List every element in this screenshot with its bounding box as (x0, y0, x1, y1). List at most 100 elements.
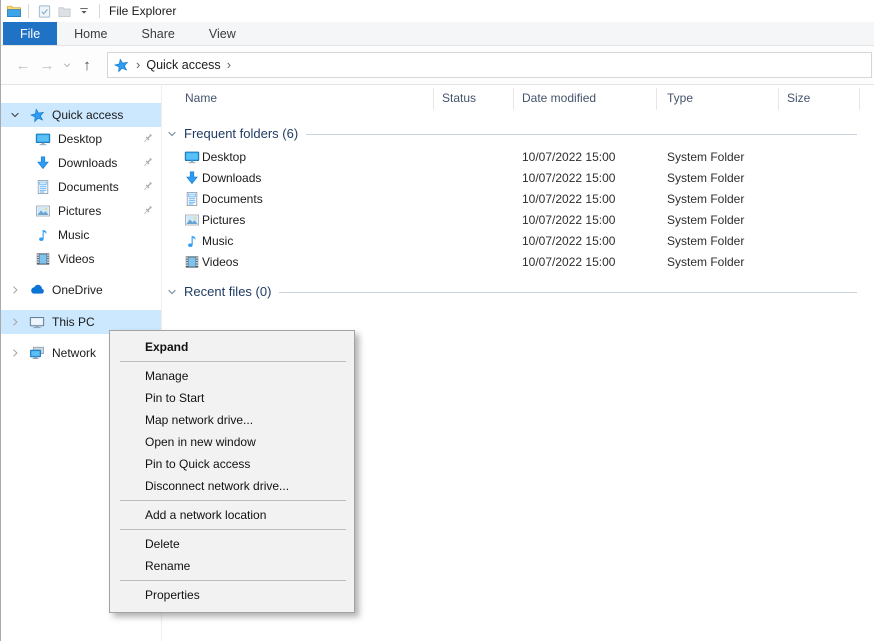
sidebar-item-desktop[interactable]: Desktop (1, 127, 161, 151)
column-divider[interactable] (433, 88, 434, 110)
sidebar-item-videos[interactable]: Videos (1, 247, 161, 271)
ribbon-tab-bar: File Home Share View (1, 22, 874, 46)
titlebar-separator (28, 4, 29, 18)
file-date: 10/07/2022 15:00 (522, 255, 615, 269)
group-chevron-icon (166, 286, 178, 298)
titlebar: File Explorer (1, 0, 874, 22)
group-header-frequent-folders-6[interactable]: Frequent folders (6) (162, 123, 857, 143)
column-header-date-modified[interactable]: Date modified (522, 91, 596, 105)
menu-item-expand[interactable]: Expand (110, 336, 354, 358)
forward-icon[interactable]: → (35, 57, 59, 74)
group-header-recent-files-0[interactable]: Recent files (0) (162, 281, 857, 301)
menu-separator (120, 361, 346, 362)
breadcrumb-quick-access[interactable]: Quick access (146, 58, 220, 72)
column-header-name[interactable]: Name (185, 91, 217, 105)
videos-icon (35, 251, 51, 267)
column-divider[interactable] (513, 88, 514, 110)
file-type: System Folder (667, 234, 744, 248)
sidebar-item-onedrive[interactable]: OneDrive (1, 278, 161, 302)
menu-item-pin-to-start[interactable]: Pin to Start (110, 387, 354, 409)
file-type: System Folder (667, 255, 744, 269)
file-name: Downloads (202, 171, 261, 185)
file-type: System Folder (667, 213, 744, 227)
context-menu-list: Expand ManagePin to StartMap network driv… (110, 336, 354, 606)
column-divider[interactable] (778, 88, 779, 110)
videos-icon (184, 254, 200, 270)
tab-view[interactable]: View (192, 22, 253, 45)
column-header-row: Name Status Date modified Type Size (162, 85, 874, 113)
file-name: Desktop (202, 150, 246, 164)
desktop-icon (184, 149, 200, 165)
documents-icon (184, 191, 200, 207)
file-row-pictures[interactable]: Pictures10/07/2022 15:00System Folder (162, 210, 874, 231)
window-title: File Explorer (109, 4, 176, 18)
file-row-videos[interactable]: Videos 10/07/2022 15:00 System Folder (162, 252, 874, 273)
file-row-documents[interactable]: Documents 10/07/2022 15:00 System Folder (162, 189, 874, 210)
menu-item-pin-to-quick-access[interactable]: Pin to Quick access (110, 453, 354, 475)
column-header-type[interactable]: Type (667, 91, 693, 105)
quick-access-star-icon (29, 107, 45, 123)
sidebar-item-downloads[interactable]: Downloads (1, 151, 161, 175)
breadcrumb-chevron-icon[interactable]: › (221, 57, 237, 74)
new-folder-qat-icon[interactable] (54, 2, 74, 20)
chevron-collapsed-icon[interactable] (9, 347, 21, 359)
back-icon[interactable]: ← (11, 57, 35, 74)
network-icon (29, 345, 45, 361)
chevron-collapsed-icon[interactable] (9, 316, 21, 328)
column-divider[interactable] (859, 88, 860, 110)
sidebar-item-label: Videos (58, 252, 94, 266)
menu-separator (120, 580, 346, 581)
chevron-expanded-icon[interactable] (9, 109, 21, 121)
music-icon (35, 227, 51, 243)
file-explorer-window: File Explorer File Home Share View ← → ↑… (0, 0, 874, 641)
menu-item-disconnect-network-drive[interactable]: Disconnect network drive... (110, 475, 354, 497)
music-icon (184, 233, 200, 249)
menu-item-map-network-drive[interactable]: Map network drive... (110, 409, 354, 431)
sidebar-item-label: Documents (58, 180, 119, 194)
file-name: Videos (202, 255, 238, 269)
group-label: Frequent folders (6) (184, 126, 298, 141)
sidebar-item-pictures[interactable]: Pictures (1, 199, 161, 223)
sidebar-item-music[interactable]: Music (1, 223, 161, 247)
file-row-music[interactable]: Music10/07/2022 15:00System Folder (162, 231, 874, 252)
tab-share[interactable]: Share (125, 22, 192, 45)
documents-icon (35, 179, 51, 195)
context-menu: Expand ManagePin to StartMap network driv… (109, 330, 355, 613)
pictures-icon (184, 212, 200, 228)
file-name: Documents (202, 192, 263, 206)
file-groups: Frequent folders (6)Desktop10/07/2022 15… (162, 123, 874, 301)
file-date: 10/07/2022 15:00 (522, 192, 615, 206)
menu-item-delete[interactable]: Delete (110, 533, 354, 555)
menu-item-properties[interactable]: Properties (110, 584, 354, 606)
navigation-bar: ← → ↑ › Quick access › (1, 46, 874, 85)
menu-item-add-a-network-location[interactable]: Add a network location (110, 504, 354, 526)
sidebar-item-label: This PC (52, 315, 95, 329)
group-rule (306, 134, 857, 135)
chevron-collapsed-icon[interactable] (9, 284, 21, 296)
file-date: 10/07/2022 15:00 (522, 213, 615, 227)
breadcrumb-chevron-icon[interactable]: › (130, 57, 146, 74)
column-header-size[interactable]: Size (787, 91, 810, 105)
tab-file[interactable]: File (3, 22, 57, 45)
menu-item-open-in-new-window[interactable]: Open in new window (110, 431, 354, 453)
file-type: System Folder (667, 192, 744, 206)
column-divider[interactable] (656, 88, 657, 110)
file-date: 10/07/2022 15:00 (522, 171, 615, 185)
column-header-status[interactable]: Status (442, 91, 476, 105)
address-bar[interactable]: › Quick access › (107, 52, 872, 78)
sidebar-item-documents[interactable]: Documents (1, 175, 161, 199)
sidebar-item-quick-access[interactable]: Quick access (1, 103, 161, 127)
sidebar-item-label: Desktop (58, 132, 102, 146)
file-row-desktop[interactable]: Desktop10/07/2022 15:00System Folder (162, 147, 874, 168)
pictures-icon (35, 203, 51, 219)
up-icon[interactable]: ↑ (75, 57, 99, 74)
menu-item-rename[interactable]: Rename (110, 555, 354, 577)
customize-quick-access-toolbar-icon[interactable] (74, 2, 94, 20)
menu-item-manage[interactable]: Manage (110, 365, 354, 387)
recent-locations-chevron-icon[interactable] (59, 57, 75, 74)
file-type: System Folder (667, 150, 744, 164)
properties-qat-icon[interactable] (34, 2, 54, 20)
file-row-downloads[interactable]: Downloads10/07/2022 15:00System Folder (162, 168, 874, 189)
tab-home[interactable]: Home (57, 22, 124, 45)
onedrive-icon (29, 282, 45, 298)
